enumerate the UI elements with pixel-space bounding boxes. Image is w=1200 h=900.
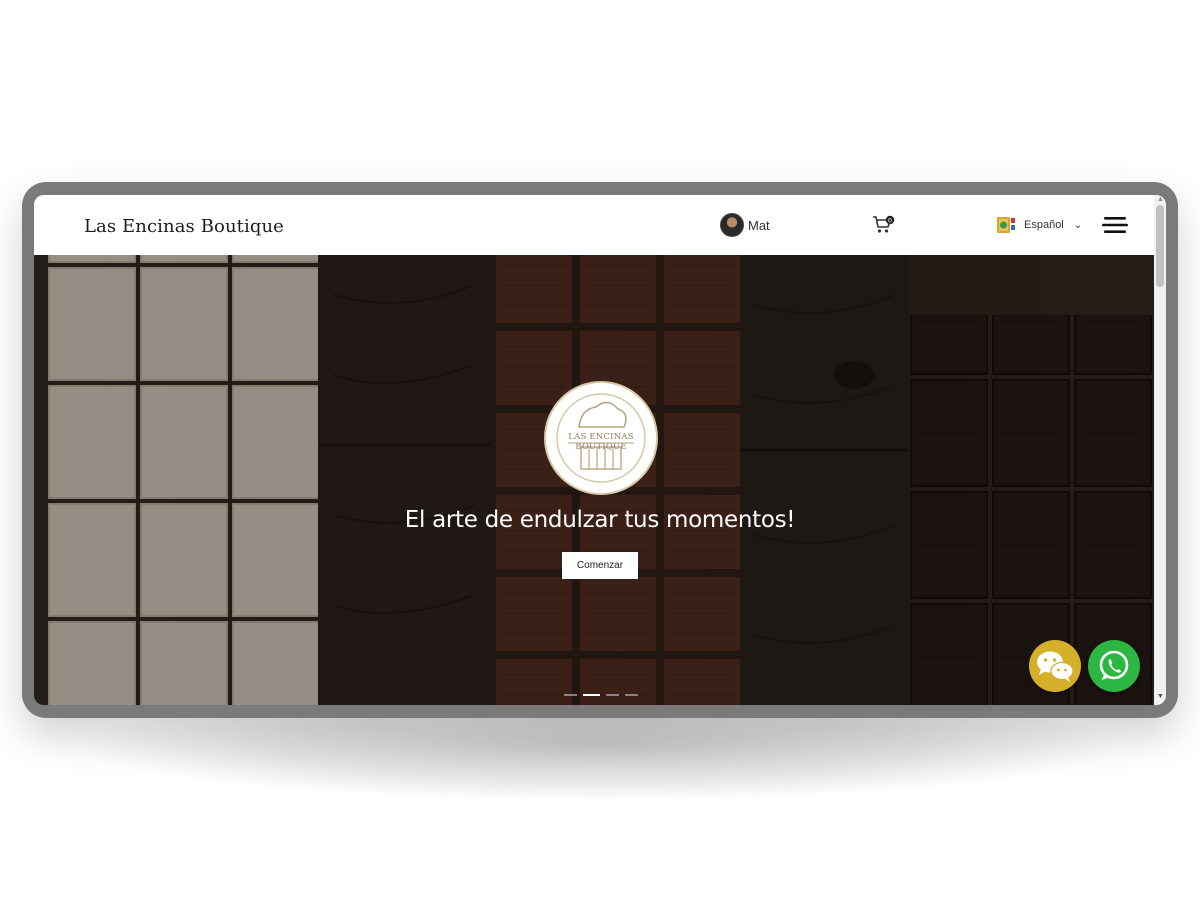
globe-book-icon xyxy=(997,217,1015,233)
whatsapp-button[interactable] xyxy=(1088,640,1140,692)
page: Las Encinas Boutique Mat 0 Español ⌄ LAS… xyxy=(0,0,1200,900)
user-name: Mat xyxy=(748,217,770,233)
user-menu[interactable]: Mat xyxy=(720,213,770,237)
hamburger-menu-icon[interactable] xyxy=(1102,215,1128,235)
carousel-dot[interactable] xyxy=(564,694,577,696)
wechat-icon xyxy=(1037,651,1074,682)
scroll-thumb[interactable] xyxy=(1156,205,1164,287)
carousel-indicators xyxy=(564,694,638,696)
wechat-button[interactable] xyxy=(1029,640,1081,692)
vertical-scrollbar[interactable]: ▲ ▼ xyxy=(1154,195,1166,705)
browser-viewport: Las Encinas Boutique Mat 0 Español ⌄ LAS… xyxy=(34,195,1166,705)
carousel-dot-active[interactable] xyxy=(583,694,600,696)
carousel-dot[interactable] xyxy=(606,694,619,696)
scroll-up-arrow-icon[interactable]: ▲ xyxy=(1157,196,1164,204)
hamburger-svg xyxy=(1102,217,1128,233)
chevron-down-icon: ⌄ xyxy=(1073,219,1083,231)
boutique-logo: LAS ENCINAS BOUTIQUE xyxy=(544,381,658,495)
cart-count: 0 xyxy=(888,216,892,224)
carousel-dot[interactable] xyxy=(625,694,638,696)
whatsapp-icon xyxy=(1099,650,1129,680)
start-button[interactable]: Comenzar xyxy=(562,552,638,579)
brand-name[interactable]: Las Encinas Boutique xyxy=(84,216,284,237)
cart-svg: 0 xyxy=(873,215,895,233)
cart-icon[interactable]: 0 xyxy=(872,214,896,236)
language-label: Español xyxy=(1024,219,1064,231)
hero-title: El arte de endulzar tus momentos! xyxy=(404,507,796,533)
logo-text: LAS ENCINAS BOUTIQUE xyxy=(568,432,634,452)
scroll-down-arrow-icon[interactable]: ▼ xyxy=(1157,693,1164,701)
language-selector[interactable]: Español ⌄ xyxy=(996,215,1082,235)
site-header: Las Encinas Boutique Mat 0 Español ⌄ xyxy=(34,195,1154,255)
hero-banner: LAS ENCINAS BOUTIQUE El arte de endulzar… xyxy=(34,255,1154,705)
user-avatar xyxy=(720,213,744,237)
